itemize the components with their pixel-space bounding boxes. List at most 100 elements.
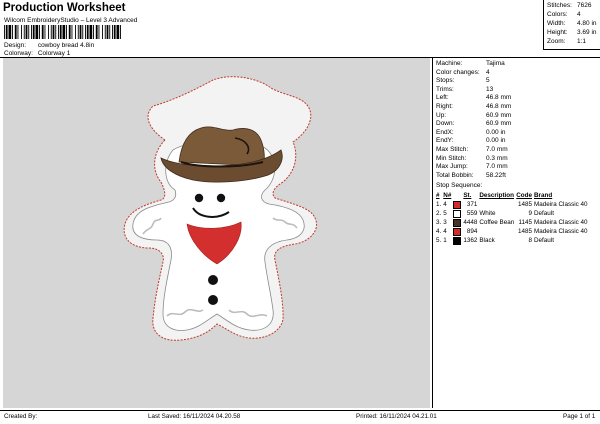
machine-info-label: Down:	[436, 120, 455, 128]
stop-needle: 3	[443, 219, 447, 226]
machine-info-label: Trims:	[436, 85, 454, 93]
stop-needle: 4	[443, 201, 447, 208]
stop-color-swatch	[452, 200, 462, 209]
machine-info-value: 60.9 mm	[486, 111, 512, 119]
barcode-bar	[109, 25, 111, 39]
barcode-bar	[79, 25, 82, 39]
barcode-bar	[48, 25, 49, 39]
barcode-bar	[113, 25, 116, 39]
machine-info-value: 60.9 mm	[486, 120, 512, 128]
barcode-bar	[66, 25, 67, 39]
colors-value: 4	[577, 11, 581, 18]
created-by: Created By:	[4, 413, 38, 420]
stop-description	[478, 200, 515, 209]
machine-info-label: Up:	[436, 111, 447, 119]
barcode-bar	[21, 25, 22, 39]
barcode-bar	[89, 25, 93, 39]
stop-description: Coffee Bean	[479, 219, 515, 226]
machine-info-panel: Machine: Tajima Color changes: 4 Stops: 5 Trim…	[432, 58, 600, 408]
barcode-bar	[71, 25, 73, 39]
barcode-bar	[41, 25, 44, 39]
cowboy-gingerbread-design	[123, 76, 317, 341]
stop-sequence-table: # N# St. Description Code Brand 1. 4 371 14…	[435, 191, 589, 245]
width-label: Width:	[547, 20, 566, 27]
barcode-bar	[59, 25, 62, 39]
stop-stitches: 1362	[463, 237, 478, 244]
machine-info-label: Machine:	[436, 60, 463, 67]
color-swatch	[453, 218, 462, 227]
barcode-bar	[28, 25, 30, 39]
machine-info-value: Tajima	[486, 60, 505, 67]
design-row: Design: cowboy bread 4.8in	[4, 42, 94, 49]
colorway-row: Colorway: Colorway 1	[4, 50, 70, 57]
stop-brand: Default	[534, 210, 554, 217]
barcode-bar	[86, 25, 89, 39]
stop-index: 2.	[436, 210, 442, 217]
stitches-value: 7626	[577, 2, 592, 9]
col-description: Description	[479, 192, 514, 199]
stop-color-swatch	[452, 209, 462, 218]
zoom-row: Zoom: 1:1	[547, 38, 586, 45]
machine-info-value: 13	[486, 85, 494, 93]
stop-row: 4. 4 894 1485 Madeira Classic 40	[435, 227, 589, 236]
stop-brand: Default	[534, 237, 554, 244]
stop-sequence-title: Stop Sequence:	[436, 182, 483, 189]
machine-info-label: Max Jump:	[436, 163, 468, 171]
barcode-bar	[55, 25, 57, 39]
barcode-bar	[102, 25, 103, 39]
barcode-bar	[44, 25, 46, 39]
zoom-label: Zoom:	[547, 38, 566, 45]
machine-info-row: Trims: 13	[436, 86, 493, 93]
zoom-value: 1:1	[577, 38, 587, 45]
col-hash: #	[436, 192, 440, 199]
barcode-bar	[4, 25, 5, 39]
machine-info-value: 46.8 mm	[486, 94, 512, 102]
machine-info-row: EndX: 0.00 in	[436, 129, 506, 136]
machine-info-label: Color changes:	[436, 68, 480, 76]
stop-stitches: 371	[466, 201, 478, 208]
barcode-bar	[62, 25, 66, 39]
stop-description	[478, 227, 515, 236]
stop-index: 4.	[436, 228, 442, 235]
left-eye	[194, 193, 204, 203]
width-value: 4.80 in	[577, 20, 597, 27]
machine-info-label: Stops:	[436, 77, 455, 85]
barcode-bar	[82, 25, 84, 39]
stop-row: 3. 3 4448 Coffee Bean 1145 Madeira Classic 40	[435, 218, 589, 227]
barcode-bar	[5, 25, 8, 39]
page-count: Page 1 of 1	[563, 413, 596, 420]
stop-code: 9	[528, 210, 532, 217]
colorway-value: Colorway 1	[37, 50, 71, 57]
stop-brand: Madeira Classic 40	[534, 228, 588, 235]
colors-row: Colors: 4	[547, 11, 581, 18]
right-eye	[216, 193, 226, 203]
stop-brand: Madeira Classic 40	[534, 201, 588, 208]
stop-table-header: # N# St. Description Code Brand	[435, 191, 589, 200]
barcode-bar	[98, 25, 100, 39]
machine-info-row: EndY: 0.00 in	[436, 137, 506, 144]
barcode-bar	[31, 25, 32, 39]
button-bottom	[208, 295, 218, 305]
stop-index: 5.	[436, 237, 442, 244]
machine-info-row: Up: 60.9 mm	[436, 112, 511, 119]
machine-info-row: Stops: 5	[436, 77, 490, 84]
machine-info-label: Left:	[436, 94, 449, 102]
machine-info-value: 5	[486, 77, 490, 85]
footer: Created By: Last Saved: 16/11/2024 04.20…	[0, 412, 600, 424]
machine-info-value: 0.00 in	[486, 128, 506, 136]
barcode-bar	[32, 25, 35, 39]
stop-index: 3.	[436, 219, 442, 226]
barcode-bar	[23, 25, 25, 39]
barcode-bar	[35, 25, 39, 39]
width-row: Width: 4.80 in	[547, 20, 597, 27]
barcode-bar	[106, 25, 109, 39]
barcode-bar	[50, 25, 52, 39]
colorway-label: Colorway:	[4, 50, 33, 57]
machine-info-label: EndY:	[436, 137, 454, 145]
printed-date: Printed: 16/11/2024 04.21.01	[356, 413, 437, 420]
machine-info-row: Machine: Tajima	[436, 60, 505, 67]
stop-stitches: 559	[466, 210, 478, 217]
stop-brand: Madeira Classic 40	[534, 219, 588, 226]
stop-row: 2. 5 559 White 9 Default	[435, 209, 589, 218]
barcode-bar	[8, 25, 12, 39]
